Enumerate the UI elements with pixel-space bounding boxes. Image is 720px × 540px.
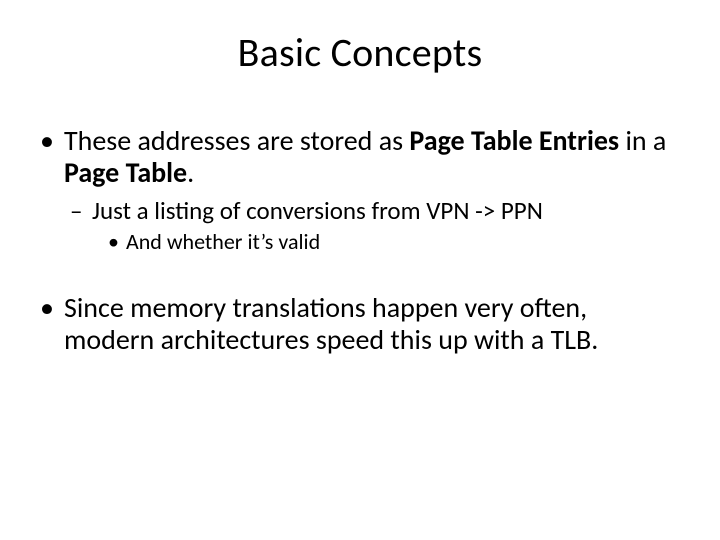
text-run: These addresses are stored as bbox=[64, 123, 409, 158]
slide-title: Basic Concepts bbox=[38, 28, 682, 77]
text-run: Since memory translations happen very of… bbox=[64, 290, 598, 357]
text-bold: Page Table bbox=[64, 155, 187, 190]
bullet-level1: These addresses are stored as Page Table… bbox=[38, 125, 682, 190]
text-run: Just a listing of conversions from VPN -… bbox=[92, 195, 543, 226]
slide: Basic Concepts These addresses are store… bbox=[0, 0, 720, 540]
text-run: And whether it’s valid bbox=[126, 228, 320, 255]
bullet-level1: Since memory translations happen very of… bbox=[38, 292, 682, 357]
bullet-level3: And whether it’s valid bbox=[38, 229, 682, 255]
text-bold: Page Table Entries bbox=[409, 123, 619, 158]
text-run: . bbox=[187, 155, 194, 190]
bullet-level2: Just a listing of conversions from VPN -… bbox=[38, 196, 682, 226]
text-run: in a bbox=[619, 123, 666, 158]
spacer bbox=[38, 256, 682, 292]
